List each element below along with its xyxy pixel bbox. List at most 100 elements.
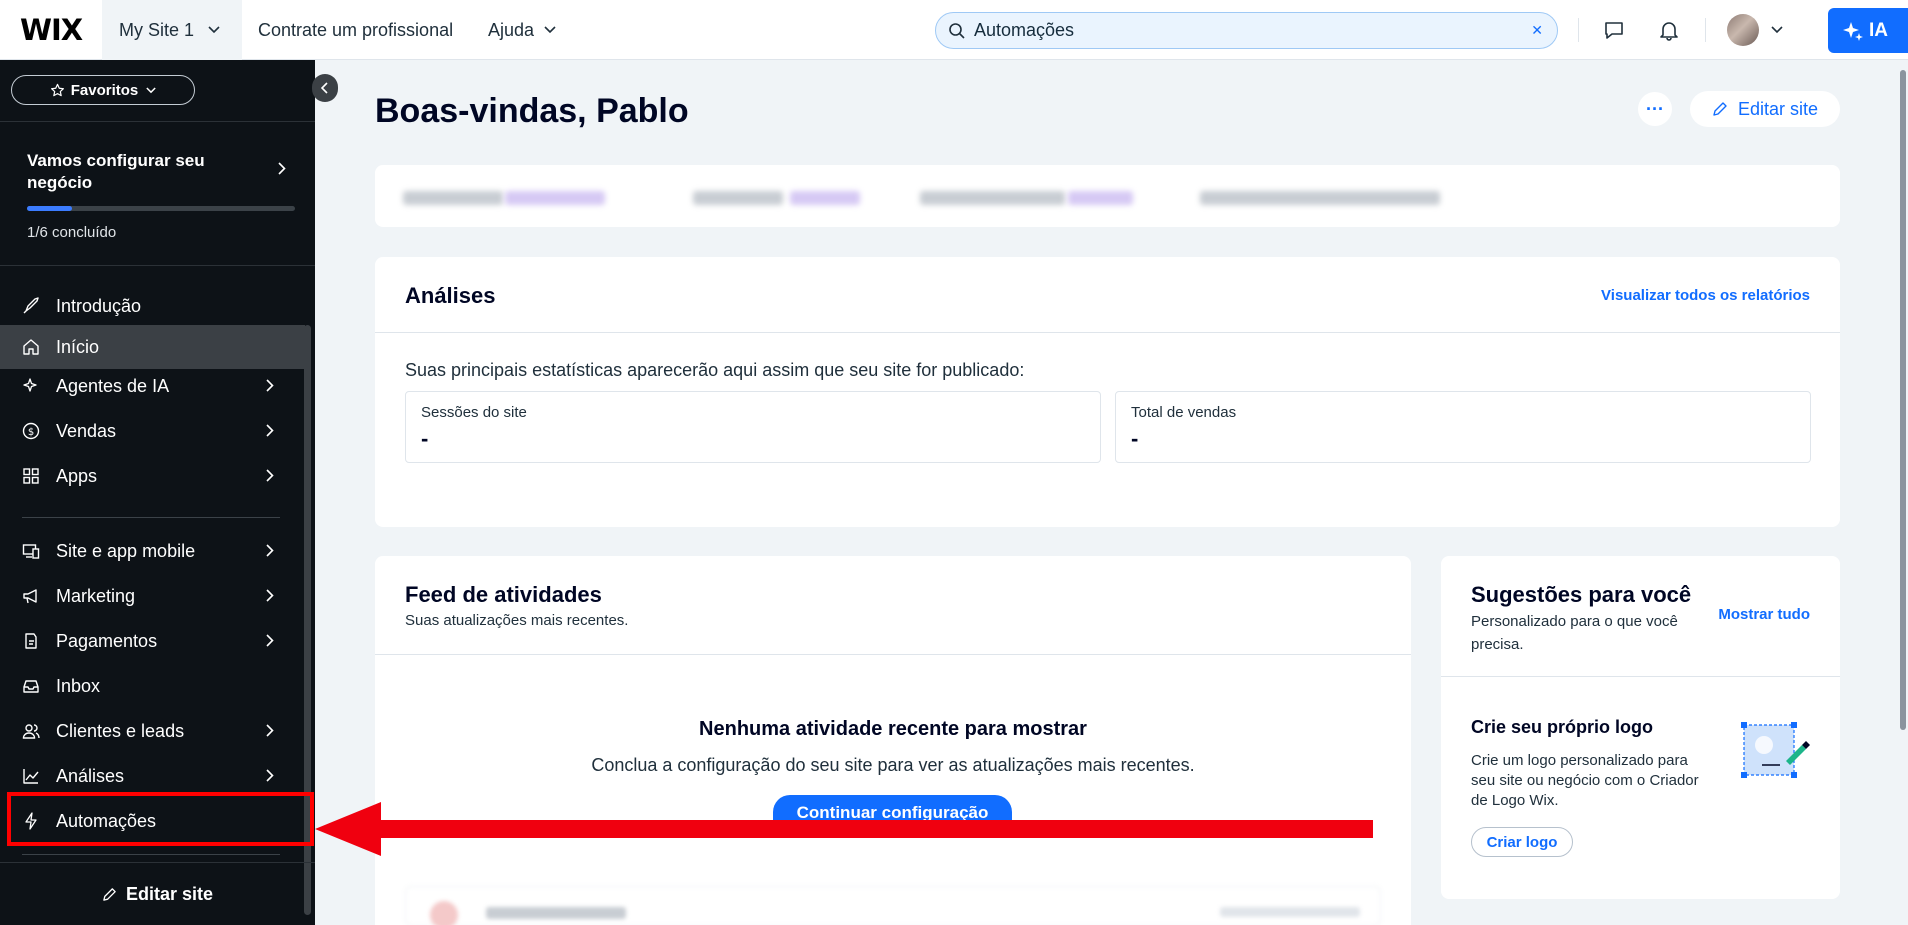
clear-search-icon[interactable]: ✕ (1531, 22, 1543, 39)
sidebar-item-inicio[interactable]: Início (0, 325, 305, 369)
rocket-icon (23, 297, 39, 314)
star-icon (50, 83, 64, 96)
blurred-link[interactable] (790, 191, 860, 205)
nav-hire-pro[interactable]: Contrate um profissional (258, 0, 453, 60)
sidebar-item-vendas[interactable]: $ Vendas (0, 409, 305, 453)
more-actions-button[interactable]: ··· (1638, 92, 1672, 126)
feed-empty-text: Conclua a configuração do seu site para … (591, 755, 1195, 775)
apps-icon (23, 468, 39, 484)
chevron-down-icon (208, 26, 220, 34)
search-input[interactable]: Automações ✕ (935, 12, 1558, 49)
suggestions-subtitle: Personalizado para o que você precisa. (1471, 613, 1678, 653)
edit-site-button[interactable]: Editar site (1690, 91, 1840, 127)
search-value: Automações (974, 20, 1075, 40)
search-icon (949, 22, 965, 39)
sidebar-item-site-app[interactable]: Site e app mobile (0, 529, 305, 573)
sidebar-item-apps[interactable]: Apps (0, 454, 305, 498)
divider (375, 332, 1840, 333)
suggestions-title: Sugestões para você (1471, 582, 1692, 607)
chevron-right-icon (266, 769, 274, 782)
stat-sessions[interactable]: Sessões do site - (405, 391, 1101, 463)
chevron-right-icon (266, 724, 274, 737)
highlight-box (7, 792, 314, 846)
stat-sales[interactable]: Total de vendas - (1115, 391, 1811, 463)
chevron-right-icon (266, 634, 274, 647)
sidebar-item-introducao[interactable]: Introdução (0, 284, 305, 328)
blurred-text (1200, 191, 1440, 205)
sparkle-icon (23, 378, 37, 392)
divider (375, 654, 1411, 655)
devices-icon (22, 544, 40, 559)
sidebar-item-label: Agentes de IA (56, 375, 170, 396)
page-title: Boas-vindas, Pablo (375, 92, 689, 130)
pencil-icon (1713, 102, 1727, 116)
messages-button[interactable] (1603, 0, 1625, 60)
sidebar-item-marketing[interactable]: Marketing (0, 574, 305, 618)
stat-label: Sessões do site (421, 404, 527, 421)
page-scrollbar[interactable] (1898, 60, 1908, 925)
chevron-right-icon (266, 424, 274, 437)
sidebar-item-label: Vendas (56, 420, 117, 441)
divider (0, 121, 315, 122)
site-info-card (375, 165, 1840, 227)
sidebar-item-label: Clientes e leads (56, 720, 185, 741)
megaphone-icon (23, 589, 37, 604)
people-icon (22, 724, 40, 739)
favorites-button[interactable]: Favoritos (11, 75, 195, 105)
suggestion-item-text: Crie um logo personalizado para seu site… (1471, 752, 1699, 809)
ai-button[interactable]: IA (1828, 8, 1908, 53)
divider (0, 265, 315, 266)
home-icon (23, 339, 39, 355)
analytics-title: Análises (405, 283, 496, 308)
feed-title: Feed de atividades (405, 582, 602, 607)
sidebar-item-label: Início (56, 336, 100, 357)
sidebar-item-label: Marketing (56, 585, 136, 606)
avatar[interactable] (1727, 14, 1759, 46)
red-arrow-annotation (315, 802, 1373, 856)
svg-text:$: $ (28, 427, 34, 438)
notifications-button[interactable] (1658, 0, 1680, 60)
collapse-sidebar-button[interactable] (312, 74, 338, 102)
sidebar-item-label: Site e app mobile (56, 540, 196, 561)
sidebar-item-inbox[interactable]: Inbox (0, 664, 305, 708)
ai-label: IA (1869, 19, 1888, 41)
chevron-down-icon[interactable] (1771, 26, 1783, 34)
chevron-right-icon (266, 589, 274, 602)
feed-empty-title: Nenhuma atividade recente para mostrar (699, 718, 1087, 740)
stat-value: - (1131, 426, 1139, 451)
sidebar-item-label: Pagamentos (56, 630, 158, 651)
blurred-text (693, 191, 783, 205)
create-logo-button[interactable]: Criar logo (1471, 827, 1573, 857)
divider (1578, 18, 1579, 42)
nav-help-label: Ajuda (488, 19, 535, 40)
bell-icon (1660, 22, 1678, 41)
logo-maker-illustration-icon (1741, 722, 1810, 778)
sidebar-item-label: Apps (56, 465, 98, 486)
sparkle-icon (1843, 21, 1863, 41)
view-all-reports-link[interactable]: Visualizar todos os relatórios (1601, 287, 1810, 304)
analytics-card: Análises Visualizar todos os relatórios … (375, 257, 1840, 527)
sidebar-item-clientes[interactable]: Clientes e leads (0, 709, 305, 753)
blurred-link[interactable] (1068, 191, 1133, 205)
sidebar-item-label: Introdução (56, 295, 142, 316)
page-scrollbar-thumb[interactable] (1900, 70, 1906, 730)
chevron-right-icon (266, 469, 274, 482)
edit-site-sidebar-button[interactable]: Editar site (0, 862, 315, 925)
nav-help[interactable]: Ajuda (488, 0, 556, 60)
sidebar-item-pagamentos[interactable]: Pagamentos (0, 619, 305, 663)
nav-hire-pro-label: Contrate um profissional (258, 19, 454, 40)
edit-site-label: Editar site (1737, 98, 1819, 119)
sidebar-item-agentes-ia[interactable]: Agentes de IA (0, 364, 305, 408)
setup-title: Vamos configurar seu negócio (27, 151, 205, 192)
blurred-link[interactable] (505, 191, 605, 205)
chevron-right-icon (266, 379, 274, 392)
chevron-down-icon (146, 86, 156, 93)
card-icon (25, 633, 37, 649)
site-switcher[interactable]: My Site 1 (102, 0, 242, 60)
blurred-activity-row (405, 886, 1381, 925)
wix-logo[interactable]: WIX (20, 13, 83, 47)
setup-progress-fill (27, 206, 72, 211)
show-all-link[interactable]: Mostrar tudo (1718, 606, 1810, 623)
chat-icon (1605, 22, 1623, 39)
chevron-right-icon (278, 162, 286, 175)
